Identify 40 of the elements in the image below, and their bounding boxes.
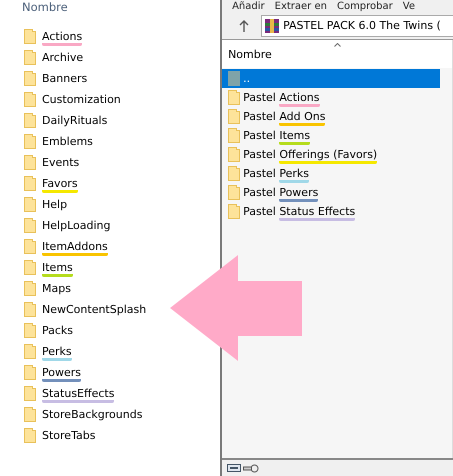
folder-name[interactable]: Actions — [42, 30, 82, 43]
folder-name[interactable]: DailyRituals — [42, 114, 108, 127]
sort-caret-icon — [334, 43, 342, 47]
toolbar-button[interactable]: Extraer en — [274, 1, 327, 12]
archive-icon — [265, 18, 280, 32]
file-row[interactable]: Pastel Status Effects — [222, 202, 440, 221]
folder-name[interactable]: NewContentSplash — [42, 303, 146, 316]
file-row[interactable]: Pastel Powers — [222, 183, 440, 202]
file-row[interactable]: Pastel Perks — [222, 164, 440, 183]
file-row[interactable]: Pastel Add Ons — [222, 107, 440, 126]
file-row[interactable]: Pastel Offerings (Favors) — [222, 145, 440, 164]
toolbar-button[interactable]: Ve — [402, 1, 415, 12]
column-header[interactable]: Nombre — [228, 48, 272, 60]
folder-name[interactable]: Help — [42, 198, 68, 211]
path-field[interactable]: PASTEL PACK 6.0 The Twins ( — [261, 14, 453, 36]
folder-name[interactable]: Customization — [42, 93, 121, 106]
key-icon — [243, 464, 260, 472]
folder-name[interactable]: StoreBackgrounds — [42, 408, 142, 421]
folder-name[interactable]: Banners — [42, 72, 88, 85]
folder-name[interactable]: Packs — [42, 324, 74, 337]
folder-name[interactable]: StatusEffects — [42, 387, 114, 400]
up-arrow-icon[interactable] — [239, 20, 250, 32]
folder-name[interactable]: Events — [42, 156, 80, 169]
folder-name[interactable]: Maps — [42, 282, 71, 295]
column-header[interactable]: Nombre — [22, 0, 68, 14]
folder-name[interactable]: StoreTabs — [42, 429, 96, 442]
file-row[interactable]: .. — [222, 69, 440, 88]
folder-name[interactable]: Favors — [42, 177, 78, 190]
drive-icon — [227, 464, 242, 472]
folder-name[interactable]: Emblems — [42, 135, 93, 148]
folder-name[interactable]: Perks — [42, 345, 72, 358]
toolbar-button[interactable]: Comprobar — [336, 1, 393, 12]
folder-name[interactable]: Items — [42, 261, 73, 274]
folder-name[interactable]: Archive — [42, 51, 84, 64]
folder-name[interactable]: ItemAddons — [42, 240, 108, 253]
folder-name[interactable]: Powers — [42, 366, 81, 379]
toolbar-button[interactable]: Añadir — [232, 1, 265, 12]
file-row[interactable]: Pastel Actions — [222, 88, 440, 107]
file-row[interactable]: Pastel Items — [222, 126, 440, 145]
folder-name[interactable]: HelpLoading — [42, 219, 110, 232]
